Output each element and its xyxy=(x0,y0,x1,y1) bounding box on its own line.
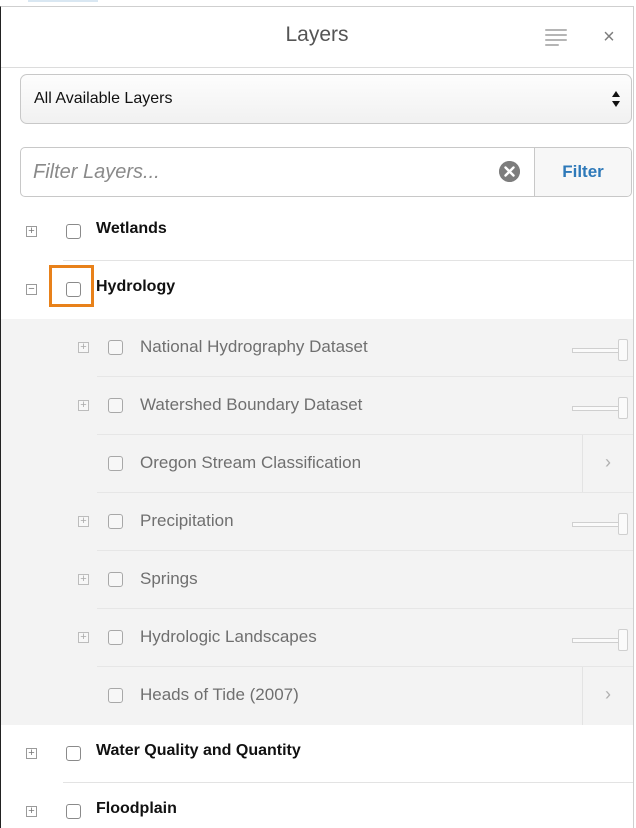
layer-label: Springs xyxy=(140,569,198,588)
filter-button[interactable]: Filter xyxy=(534,148,631,196)
layer-checkbox[interactable] xyxy=(108,398,123,413)
layer-group-hydrology: − Hydrology xyxy=(1,261,633,319)
layer-checkbox[interactable] xyxy=(66,804,81,819)
layer-item: + Hydrologic Landscapes xyxy=(1,609,633,667)
layer-item: + Watershed Boundary Dataset xyxy=(1,377,633,435)
opacity-slider[interactable] xyxy=(572,629,630,651)
opacity-slider[interactable] xyxy=(572,339,630,361)
layer-checkbox[interactable] xyxy=(66,224,81,239)
collapse-icon[interactable]: − xyxy=(26,284,37,295)
layer-item: + National Hydrography Dataset xyxy=(1,319,633,377)
opacity-slider[interactable] xyxy=(572,513,630,535)
layer-set-value: All Available Layers xyxy=(34,90,173,107)
list-icon[interactable] xyxy=(545,29,567,46)
expand-icon[interactable]: + xyxy=(78,516,89,527)
layer-label: Precipitation xyxy=(140,511,234,530)
layer-label: Hydrologic Landscapes xyxy=(140,627,317,646)
chevron-right-icon: › xyxy=(605,684,611,704)
chevron-right-icon: › xyxy=(605,452,611,472)
layer-label: National Hydrography Dataset xyxy=(140,337,368,356)
select-arrows-icon xyxy=(612,91,620,107)
expand-icon[interactable]: + xyxy=(26,226,37,237)
layer-group-label: Water Quality and Quantity xyxy=(96,742,301,759)
layer-checkbox[interactable] xyxy=(108,630,123,645)
layer-checkbox[interactable] xyxy=(108,456,123,471)
layer-item: Heads of Tide (2007) › xyxy=(1,667,633,725)
expand-icon[interactable]: + xyxy=(78,400,89,411)
layer-label: Heads of Tide (2007) xyxy=(140,685,299,704)
expand-icon[interactable]: + xyxy=(78,632,89,643)
layer-item: Oregon Stream Classification › xyxy=(1,435,633,493)
layer-label: Watershed Boundary Dataset xyxy=(140,395,363,414)
clear-icon[interactable] xyxy=(499,161,520,182)
expand-icon[interactable]: + xyxy=(26,806,37,817)
layer-group-floodplain: + Floodplain xyxy=(1,783,633,828)
expand-icon[interactable]: + xyxy=(26,748,37,759)
panel-title: Layers xyxy=(285,23,349,46)
layer-tree: + Wetlands − Hydrology + National Hydrog… xyxy=(1,203,633,828)
layer-checkbox[interactable] xyxy=(108,340,123,355)
layer-set-select[interactable]: All Available Layers xyxy=(20,74,632,124)
layer-checkbox[interactable] xyxy=(108,514,123,529)
layer-label: Oregon Stream Classification xyxy=(140,453,362,472)
layer-group-label: Wetlands xyxy=(96,220,167,237)
layer-group-water-quality: + Water Quality and Quantity xyxy=(1,725,633,783)
layer-group-label: Hydrology xyxy=(96,278,176,295)
details-button[interactable]: › xyxy=(582,667,633,725)
layer-item: + Precipitation xyxy=(1,493,633,551)
layer-checkbox[interactable] xyxy=(66,746,81,761)
layer-item: + Springs xyxy=(1,551,633,609)
layers-panel: Layers × All Available Layers Filter Lay… xyxy=(0,6,634,828)
expand-icon[interactable]: + xyxy=(78,574,89,585)
expand-icon[interactable]: + xyxy=(78,342,89,353)
filter-row: Filter Layers... Filter xyxy=(20,147,632,197)
layer-checkbox[interactable] xyxy=(108,572,123,587)
filter-input[interactable]: Filter Layers... xyxy=(33,161,160,184)
opacity-slider[interactable] xyxy=(572,397,630,419)
highlight-box xyxy=(49,265,94,307)
layer-group-label: Floodplain xyxy=(96,800,177,817)
close-icon[interactable]: × xyxy=(600,25,618,49)
tab-indicator xyxy=(28,0,98,2)
details-button[interactable]: › xyxy=(582,435,633,493)
panel-header: Layers × xyxy=(1,7,633,68)
layer-group-wetlands: + Wetlands xyxy=(1,203,633,261)
layer-checkbox[interactable] xyxy=(108,688,123,703)
